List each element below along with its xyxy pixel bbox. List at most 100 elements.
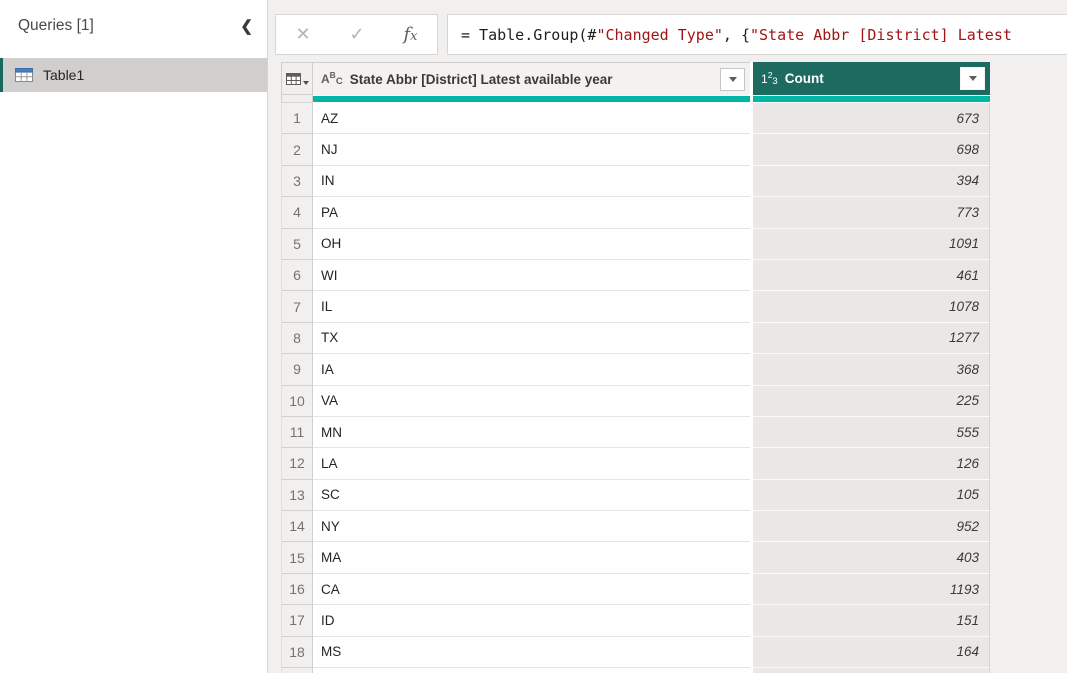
- cell-state[interactable]: IL: [313, 291, 750, 322]
- cell-count[interactable]: 773: [753, 197, 990, 228]
- formula-bar-buttons: ✕ ✓ fx: [275, 14, 438, 55]
- filter-dropdown-button[interactable]: [960, 67, 985, 90]
- collapse-pane-chevron-left-icon[interactable]: ❮: [240, 17, 253, 35]
- table-row: 7IL1078: [281, 291, 990, 322]
- cell-state[interactable]: WI: [313, 260, 750, 291]
- cell-state[interactable]: NJ: [313, 134, 750, 165]
- cell-count[interactable]: 126: [753, 448, 990, 479]
- table-row: 9IA368: [281, 354, 990, 385]
- cell-count[interactable]: 1193: [753, 574, 990, 605]
- column-quality-bar: [753, 95, 990, 103]
- row-number[interactable]: 18: [281, 637, 313, 668]
- cell-count[interactable]: 225: [753, 386, 990, 417]
- formula-segment-code: = Table.Group(#: [461, 26, 596, 44]
- row-number[interactable]: 2: [281, 134, 313, 165]
- row-number[interactable]: 11: [281, 417, 313, 448]
- cell-count[interactable]: 1277: [753, 323, 990, 354]
- cell-state[interactable]: IA: [313, 354, 750, 385]
- row-number[interactable]: 12: [281, 448, 313, 479]
- table-row: 6WI461: [281, 260, 990, 291]
- cell-state[interactable]: TX: [313, 323, 750, 354]
- table-corner-icon: [286, 73, 301, 85]
- table-row: 17ID151: [281, 605, 990, 636]
- table-row: 5OH1091: [281, 229, 990, 260]
- cell-state[interactable]: NY: [313, 511, 750, 542]
- formula-segment-code: , {: [723, 26, 750, 44]
- row-number: [281, 668, 313, 673]
- dropdown-arrow-icon: [969, 76, 977, 81]
- cell-state: [313, 668, 750, 673]
- table-row: 15MA403: [281, 542, 990, 573]
- column-header-state-abbr[interactable]: ABC State Abbr [District] Latest availab…: [313, 62, 750, 95]
- cell-state[interactable]: MA: [313, 542, 750, 573]
- row-number[interactable]: 7: [281, 291, 313, 322]
- cell-state[interactable]: SC: [313, 480, 750, 511]
- corner-dropdown-caret-icon: [303, 81, 309, 85]
- cell-count[interactable]: 698: [753, 134, 990, 165]
- column-label: Count: [785, 71, 953, 86]
- cell-count[interactable]: 1091: [753, 229, 990, 260]
- cell-count[interactable]: 1078: [753, 291, 990, 322]
- column-header-count[interactable]: 123 Count: [753, 62, 990, 95]
- row-number[interactable]: 6: [281, 260, 313, 291]
- cell-count[interactable]: 368: [753, 354, 990, 385]
- cell-state[interactable]: VA: [313, 386, 750, 417]
- cell-count[interactable]: 151: [753, 605, 990, 636]
- row-number[interactable]: 17: [281, 605, 313, 636]
- row-number[interactable]: 9: [281, 354, 313, 385]
- cell-state[interactable]: PA: [313, 197, 750, 228]
- cell-state[interactable]: LA: [313, 448, 750, 479]
- table-body: 1AZ6732NJ6983IN3944PA7735OH10916WI4617IL…: [281, 103, 990, 673]
- row-number[interactable]: 15: [281, 542, 313, 573]
- number-type-123-icon: 123: [761, 70, 778, 88]
- cell-state[interactable]: MS: [313, 637, 750, 668]
- cell-count[interactable]: 555: [753, 417, 990, 448]
- row-number[interactable]: 4: [281, 197, 313, 228]
- cell-state[interactable]: IN: [313, 166, 750, 197]
- formula-segment-string: "Changed Type": [596, 26, 722, 44]
- row-number[interactable]: 14: [281, 511, 313, 542]
- table-row-partial: [281, 668, 990, 673]
- dropdown-arrow-icon: [729, 77, 737, 82]
- table-row: 14NY952: [281, 511, 990, 542]
- table-row: 18MS164: [281, 637, 990, 668]
- cancel-formula-x-icon[interactable]: ✕: [295, 24, 310, 45]
- filter-dropdown-button[interactable]: [720, 68, 745, 91]
- cell-count[interactable]: 461: [753, 260, 990, 291]
- row-number[interactable]: 5: [281, 229, 313, 260]
- table-row: 1AZ673: [281, 103, 990, 134]
- column-label: State Abbr [District] Latest available y…: [350, 72, 713, 87]
- row-number[interactable]: 16: [281, 574, 313, 605]
- row-number[interactable]: 1: [281, 103, 313, 134]
- table-row: 11MN555: [281, 417, 990, 448]
- cell-count[interactable]: 673: [753, 103, 990, 134]
- cell-state[interactable]: ID: [313, 605, 750, 636]
- cell-count[interactable]: 105: [753, 480, 990, 511]
- table-row: 10VA225: [281, 386, 990, 417]
- cell-count[interactable]: 164: [753, 637, 990, 668]
- formula-input[interactable]: = Table.Group(#"Changed Type", {"State A…: [447, 14, 1067, 55]
- table-row: 2NJ698: [281, 134, 990, 165]
- cell-count[interactable]: 952: [753, 511, 990, 542]
- row-number[interactable]: 3: [281, 166, 313, 197]
- cell-count[interactable]: 394: [753, 166, 990, 197]
- queries-title: Queries [1]: [18, 17, 94, 35]
- row-number[interactable]: 13: [281, 480, 313, 511]
- cell-state[interactable]: MN: [313, 417, 750, 448]
- row-number[interactable]: 10: [281, 386, 313, 417]
- cell-state[interactable]: OH: [313, 229, 750, 260]
- select-all-corner-button[interactable]: [281, 62, 313, 95]
- cell-count[interactable]: 403: [753, 542, 990, 573]
- query-item-table1[interactable]: Table1: [0, 58, 267, 92]
- table-row: 8TX1277: [281, 323, 990, 354]
- table-row: 16CA1193: [281, 574, 990, 605]
- query-item-label: Table1: [43, 67, 84, 83]
- table-row: 12LA126: [281, 448, 990, 479]
- commit-formula-check-icon[interactable]: ✓: [349, 24, 364, 45]
- cell-state[interactable]: AZ: [313, 103, 750, 134]
- cell-state[interactable]: CA: [313, 574, 750, 605]
- table-row: 3IN394: [281, 166, 990, 197]
- data-preview-table: ABC State Abbr [District] Latest availab…: [281, 62, 990, 673]
- row-number[interactable]: 8: [281, 323, 313, 354]
- quality-bar-corner: [281, 95, 313, 103]
